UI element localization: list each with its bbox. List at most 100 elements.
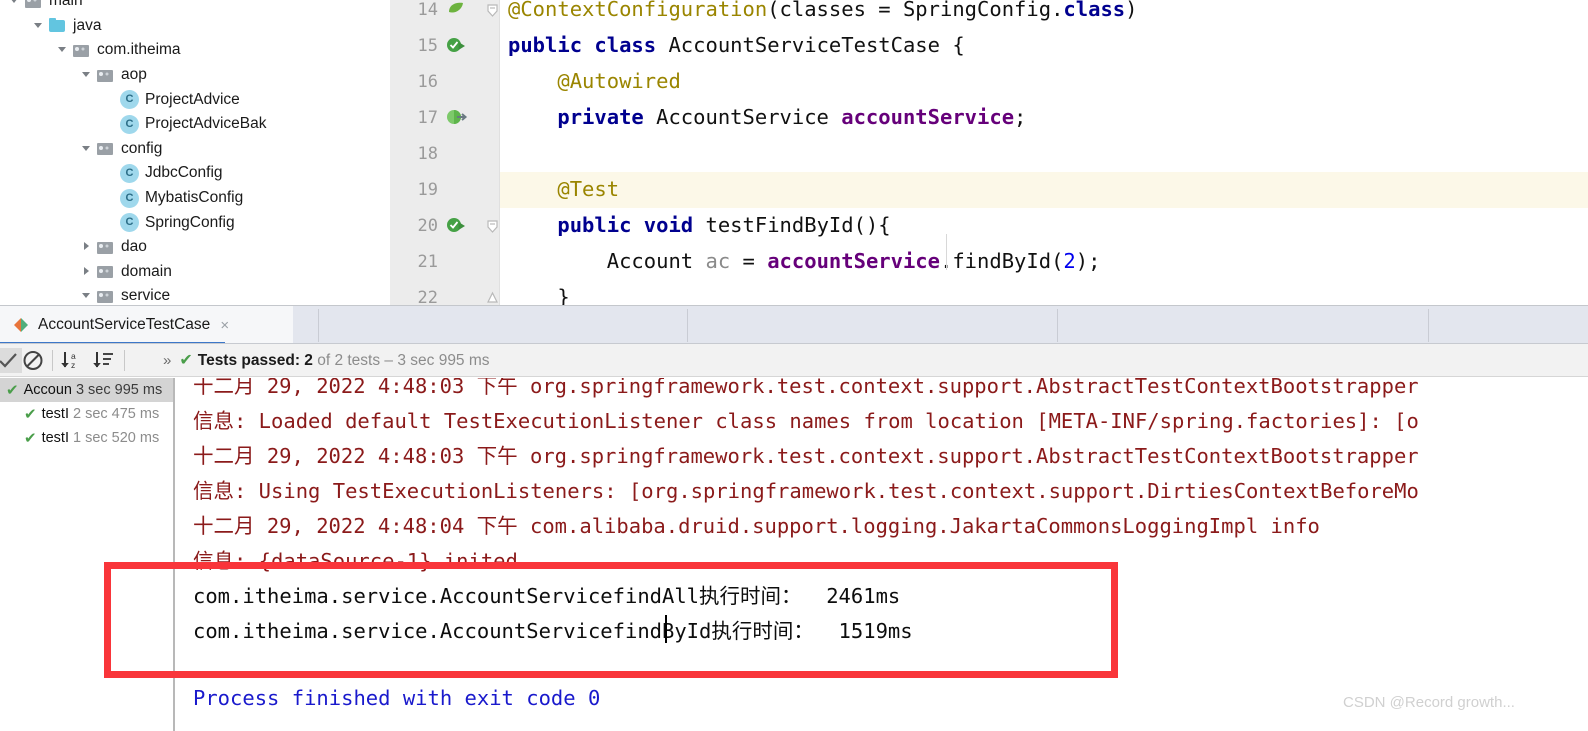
code-editor[interactable]: 14 @ContextConfiguration(classes = Spring… [390,0,1588,309]
class-icon: C [120,114,139,134]
tree-item-label: com.itheima [97,41,181,59]
package-folder-icon [96,68,115,83]
run-test-icon[interactable] [446,217,468,235]
chevron-down-icon[interactable] [56,43,70,57]
tree-item-main[interactable]: main [0,0,370,14]
line-number: 16 [417,72,438,92]
test-passed-icon: ✔ [6,382,19,399]
chevron-down-icon[interactable] [32,19,46,33]
top-area: main java com.itheima aop C ProjectAdvice C Pro… [0,0,1588,309]
chevron-right-icon[interactable] [80,265,94,279]
run-test-icon[interactable] [446,37,468,55]
test-name-label: testI [41,430,69,446]
test-tree-row[interactable]: ✔ Accoun 3 sec 995 ms [0,378,173,402]
tree-item-label: SpringConfig [145,213,235,231]
code-line[interactable]: @Autowired [508,69,680,93]
test-duration-label: 3 sec 995 ms [75,382,163,398]
tree-item-label: ProjectAdviceBak [145,115,267,133]
spring-bean-icon[interactable] [446,1,468,19]
package-folder-icon [96,289,115,304]
tree-item-com-itheima[interactable]: com.itheima [0,38,370,63]
package-folder-icon [24,0,43,9]
tree-item-projectadvice[interactable]: C ProjectAdvice [0,87,370,112]
tab-label: AccountServiceTestCase [38,316,211,333]
tree-item-label: JdbcConfig [145,164,223,182]
sort-alphabetically-button[interactable]: a z [58,348,84,373]
idea-window: main java com.itheima aop C ProjectAdvice C Pro… [0,0,1588,731]
chevron-down-icon[interactable] [80,68,94,82]
project-tree[interactable]: main java com.itheima aop C ProjectAdvice C Pro… [0,0,370,305]
show-passed-toggle[interactable] [0,348,22,373]
tree-item-dao[interactable]: dao [0,235,370,260]
tree-item-aop[interactable]: aop [0,63,370,88]
code-line[interactable]: @Test [508,177,619,201]
test-passed-icon: ✔ [24,430,37,447]
chevron-down-icon[interactable] [80,289,94,303]
tree-item-jdbcconfig[interactable]: C JdbcConfig [0,161,370,186]
tree-item-domain[interactable]: domain [0,260,370,285]
status-check-icon: ✔ [179,352,193,369]
code-line[interactable]: @ContextConfiguration(classes = SpringCo… [508,0,1137,21]
package-folder-icon [96,264,115,279]
tree-item-service[interactable]: service [0,284,370,305]
tests-total-label: of 2 tests – 3 sec 995 ms [312,352,490,369]
tree-item-label: MybatisConfig [145,189,244,207]
test-name-label: testI [41,406,69,422]
class-icon: C [120,163,139,183]
source-folder-icon [48,18,67,33]
tests-passed-label: Tests passed: 2 [197,352,313,369]
tree-item-springconfig[interactable]: C SpringConfig [0,210,370,235]
class-icon: C [120,188,139,208]
console-output[interactable]: 十二月 29, 2022 4:48:03 下午 org.springframew… [175,378,1588,731]
gutter-border [499,0,500,305]
fold-collapse-icon[interactable] [486,217,499,235]
close-icon[interactable]: × [220,317,229,334]
package-folder-icon [96,240,115,255]
tree-item-projectadvicebak[interactable]: C ProjectAdviceBak [0,112,370,137]
expand-chevron-icon[interactable]: » [163,352,171,369]
test-results-tree[interactable]: ✔ Accoun 3 sec 995 ms ✔ testI 2 sec 475 ms ✔ te… [0,378,173,731]
line-number: 17 [417,108,438,128]
line-number: 20 [417,216,438,236]
tree-item-config[interactable]: config [0,137,370,162]
hide-ignored-button[interactable] [20,348,46,373]
tree-item-label: ProjectAdvice [145,90,240,108]
console-line: 信息: Using TestExecutionListeners: [org.s… [193,479,1419,503]
tab-divider [687,309,688,342]
test-status-bar: » ✔ Tests passed: 2 of 2 tests – 3 sec 995… [163,350,490,370]
toolbar-separator [124,350,125,371]
tree-item-mybatisconfig[interactable]: C MybatisConfig [0,186,370,211]
chevron-down-icon[interactable] [8,0,22,8]
test-tree-row[interactable]: ✔ testI 2 sec 475 ms [0,402,173,426]
test-duration-label: 1 sec 520 ms [72,430,160,446]
chevron-down-icon[interactable] [80,142,94,156]
console-line: Process finished with exit code 0 [193,686,601,710]
tree-item-label: service [121,287,171,305]
tab-divider [1057,309,1058,342]
code-line[interactable]: public class AccountServiceTestCase { [508,33,965,57]
run-tool-tab-bar[interactable]: AccountServiceTestCase × [0,305,1588,345]
test-name-label: Accoun [23,382,72,398]
test-tree-row[interactable]: ✔ testI 1 sec 520 ms [0,426,173,450]
test-runner-toolbar[interactable]: a z » ✔ Tests passed: 2 of 2 tests – 3 sec… [0,344,1588,377]
line-number: 14 [417,0,438,20]
tree-item-label: dao [121,238,147,256]
chevron-right-icon[interactable] [80,240,94,254]
line-number: 19 [417,180,438,200]
navigate-impl-icon[interactable] [446,109,468,127]
sort-by-duration-button[interactable] [90,348,116,373]
tab-account-service-test-case[interactable]: AccountServiceTestCase × [0,306,293,344]
class-icon: C [120,90,139,110]
tree-item-java[interactable]: java [0,14,370,39]
code-line[interactable]: public void testFindById(){ [508,213,890,237]
code-line[interactable]: private AccountService accountService; [508,105,1026,129]
svg-text:z: z [71,360,75,370]
console-line: 十二月 29, 2022 4:48:04 下午 com.alibaba.drui… [193,514,1320,538]
tab-divider [1428,309,1429,342]
fold-collapse-icon[interactable] [486,1,499,19]
code-line[interactable]: Account ac = accountService.findById(2); [508,249,1101,273]
